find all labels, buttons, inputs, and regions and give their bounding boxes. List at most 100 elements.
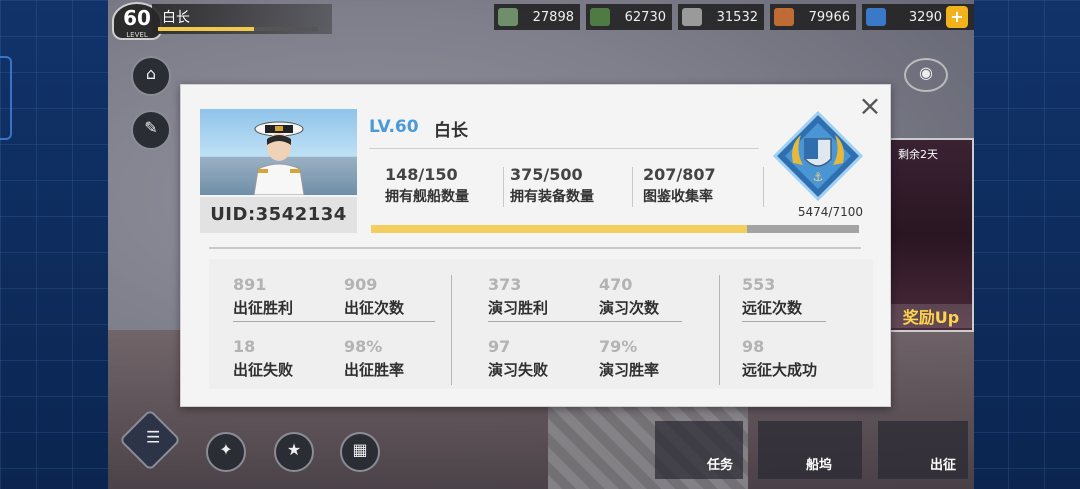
sortie-fails: 18 出征失败	[233, 337, 293, 380]
build-button[interactable]: ✦	[206, 432, 246, 472]
ammo-icon	[774, 8, 794, 26]
stat-value: 891	[233, 275, 267, 294]
experience-progress-fill	[371, 225, 748, 233]
resource-value: 3290	[908, 9, 942, 25]
eye-icon: ◉	[919, 63, 933, 82]
oil-icon	[498, 8, 518, 26]
stat-value: 97	[488, 337, 511, 356]
stat-value: 553	[742, 275, 776, 294]
rank-emblem-icon: ⚓	[773, 111, 863, 201]
profile-level: LV.60	[369, 117, 419, 137]
divider	[209, 247, 861, 249]
stat-label: 图鉴收集率	[643, 189, 713, 205]
resource-ammo: 79966	[770, 4, 856, 30]
stat-value: 375/500	[510, 165, 583, 184]
stat-label: 远征次数	[742, 299, 803, 317]
coin-icon	[590, 8, 610, 26]
divider	[369, 148, 759, 149]
divider	[503, 167, 504, 207]
experience-progress-bar	[371, 225, 859, 233]
event-reward-text: 奖励Up	[890, 304, 972, 328]
profile-name: 白长	[434, 121, 468, 141]
dock-button[interactable]: 船坞	[758, 421, 862, 479]
home-icon: ⌂	[145, 64, 157, 83]
resource-value: 31532	[716, 9, 758, 25]
stat-label: 演习胜率	[599, 361, 660, 379]
divider	[763, 167, 764, 207]
divider	[719, 275, 720, 385]
bag-icon: ★	[286, 440, 302, 459]
player-name-plate[interactable]: 白长	[152, 4, 332, 34]
left-tech-frame	[0, 0, 108, 489]
divider	[488, 321, 682, 322]
event-banner[interactable]: 剩余2天 奖励Up	[888, 138, 974, 332]
divider	[632, 167, 633, 207]
mission-label: 任务	[707, 458, 734, 473]
divider	[233, 321, 435, 322]
steel-icon	[682, 8, 702, 26]
exercise-count: 470 演习次数	[599, 275, 659, 318]
shop-button[interactable]: ★	[274, 432, 314, 472]
stat-label: 演习次数	[599, 299, 660, 317]
stat-label: 出征失败	[233, 361, 294, 379]
base-button[interactable]: ▦	[340, 432, 380, 472]
sortie-count: 909 出征次数	[344, 275, 404, 318]
resource-value: 62730	[624, 9, 666, 25]
player-level-value: 60	[123, 6, 151, 30]
stat-label: 出征胜率	[344, 361, 405, 379]
player-exp-bar	[158, 27, 318, 31]
divider	[451, 275, 452, 385]
event-remaining: 剩余2天	[898, 148, 938, 161]
stat-value: 148/150	[385, 165, 458, 184]
diamond-icon	[866, 8, 886, 26]
top-bar: 60 LEVEL 白长 27898 62730 31532 79966 3290…	[108, 0, 974, 40]
sortie-rate: 98% 出征胜率	[344, 337, 404, 380]
player-profile-dialog: × UID:3542134 LV.60 白长 148/150 拥有舰船数量 37…	[180, 84, 891, 407]
notes-icon: ✎	[144, 118, 158, 137]
sortie-wins: 891 出征胜利	[233, 275, 293, 318]
stat-label: 出征次数	[344, 299, 405, 317]
stat-label: 拥有舰船数量	[385, 189, 469, 205]
side-tab	[0, 56, 12, 140]
player-avatar	[200, 109, 357, 195]
wrench-icon: ✦	[219, 440, 233, 459]
admiral-portrait	[253, 121, 305, 195]
divider	[742, 321, 826, 322]
stat-value: 79%	[599, 337, 638, 356]
exercise-fails: 97 演习失败	[488, 337, 548, 380]
player-uid: UID:3542134	[200, 197, 357, 233]
stat-value: 207/807	[643, 165, 716, 184]
resource-value: 27898	[532, 9, 574, 25]
stat-value: 909	[344, 275, 378, 294]
expedition-count: 553 远征次数	[742, 275, 802, 318]
dock-label: 船坞	[806, 458, 833, 473]
notes-button[interactable]: ✎	[131, 110, 171, 150]
stat-label: 拥有装备数量	[510, 189, 594, 205]
stat-ships: 148/150 拥有舰船数量	[385, 165, 469, 206]
stat-value: 373	[488, 275, 522, 294]
resource-coin: 62730	[586, 4, 672, 30]
resource-value: 79966	[808, 9, 850, 25]
experience-text: 5474/7100	[797, 205, 863, 219]
sortie-label: 出征	[930, 458, 957, 473]
stat-value: 470	[599, 275, 633, 294]
expedition-great-success: 98 远征大成功	[742, 337, 817, 380]
resource-oil: 27898	[494, 4, 580, 30]
add-diamond-button[interactable]: +	[946, 6, 968, 28]
stat-collection: 207/807 图鉴收集率	[643, 165, 716, 206]
home-button[interactable]: ⌂	[131, 56, 171, 96]
stat-value: 98%	[344, 337, 383, 356]
exercise-wins: 373 演习胜利	[488, 275, 548, 318]
stat-equipment: 375/500 拥有装备数量	[510, 165, 594, 206]
resource-steel: 31532	[678, 4, 764, 30]
stat-value: 98	[742, 337, 765, 356]
stat-label: 演习胜利	[488, 299, 549, 317]
stat-label: 远征大成功	[742, 361, 818, 379]
sortie-button[interactable]: 出征	[878, 421, 968, 479]
view-toggle-button[interactable]: ◉	[904, 58, 948, 92]
resource-diamond: 3290 +	[862, 4, 974, 30]
building-icon: ▦	[352, 440, 368, 459]
stat-value: 18	[233, 337, 256, 356]
list-icon: ☰	[146, 427, 161, 447]
mission-button[interactable]: 任务	[655, 421, 743, 479]
